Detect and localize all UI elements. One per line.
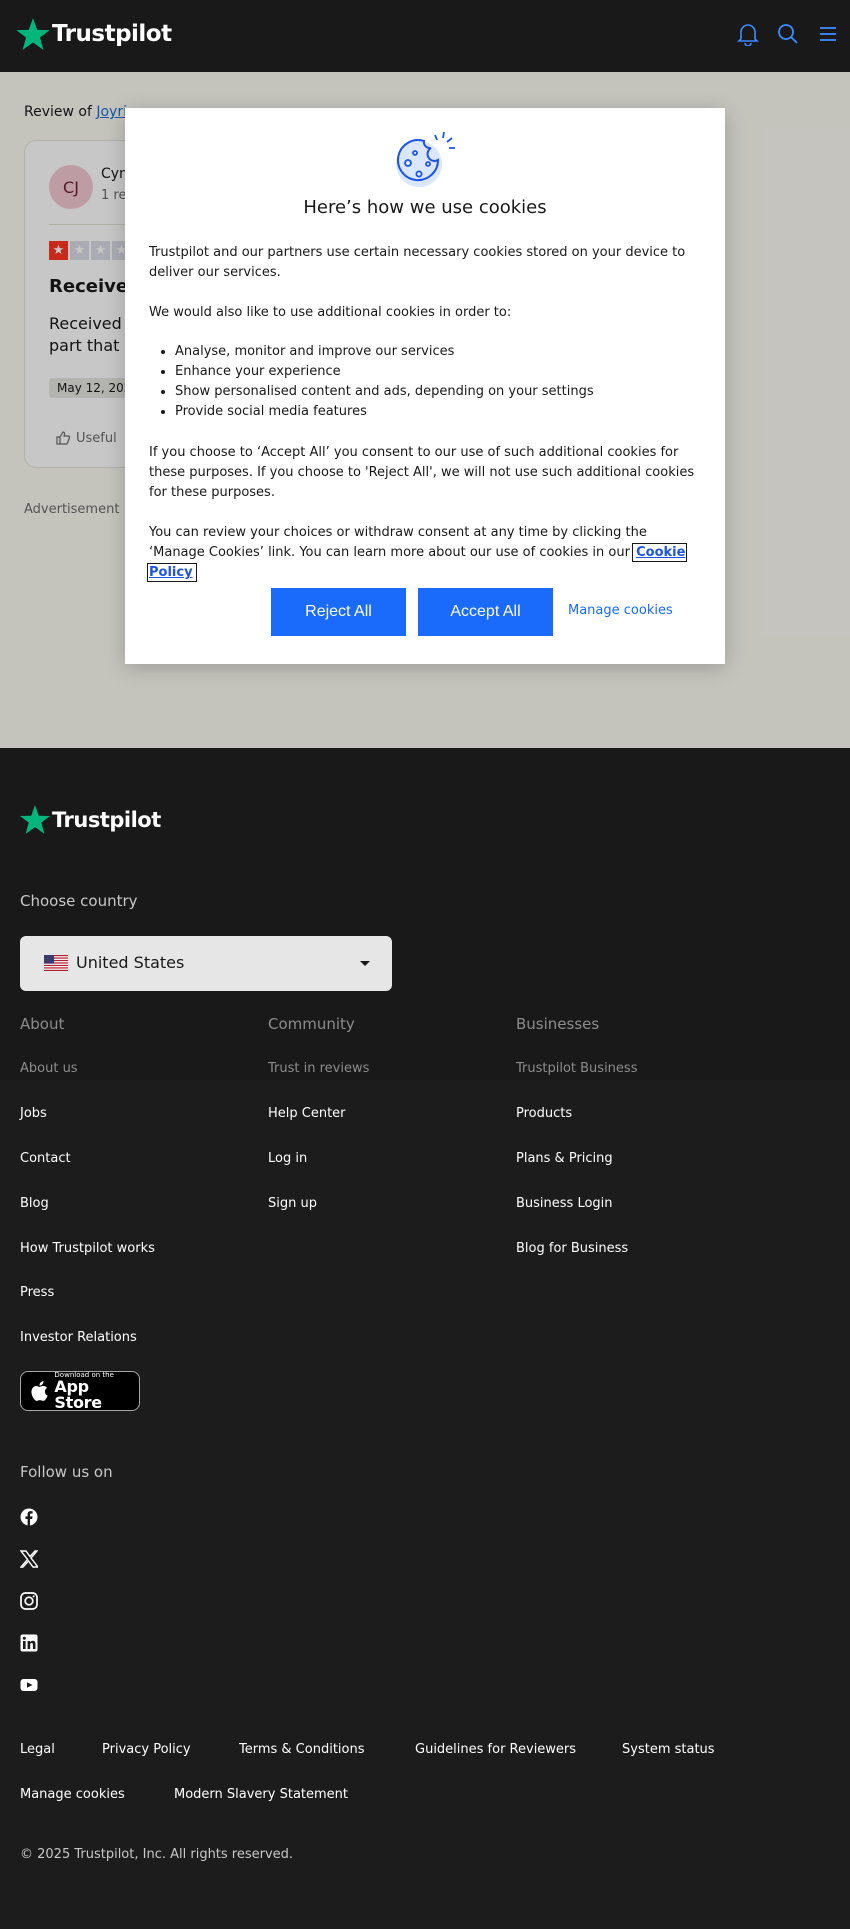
cookie-intro-text: Trustpilot and our partners use certain … <box>149 245 686 280</box>
accept-all-button[interactable]: Accept All <box>418 588 553 636</box>
footer-link-products[interactable]: Products <box>516 1106 572 1121</box>
menu-icon[interactable] <box>814 20 842 48</box>
manage-cookies-link[interactable]: Manage cookies <box>568 603 673 618</box>
selected-country: United States <box>76 953 185 972</box>
app-store-big-text: App Store <box>54 1376 102 1412</box>
app-store-badge[interactable]: Download on the App Store <box>20 1371 140 1411</box>
cookie-purpose-list: Analyse, monitor and improve our service… <box>175 342 594 422</box>
trustpilot-logo[interactable]: Trustpilot <box>16 18 172 50</box>
country-select[interactable]: United States <box>20 936 392 991</box>
footer-trustpilot-logo[interactable]: Trustpilot <box>20 805 161 834</box>
footer-link-terms-conditions[interactable]: Terms & Conditions <box>239 1742 365 1757</box>
footer-link-jobs[interactable]: Jobs <box>20 1106 47 1121</box>
footer-heading-about: About <box>20 1015 65 1033</box>
footer-link-help-center[interactable]: Help Center <box>268 1106 346 1121</box>
cookie-additional-text: We would also like to use additional coo… <box>149 305 512 320</box>
list-item: Show personalised content and ads, depen… <box>175 382 594 402</box>
footer-link-press[interactable]: Press <box>20 1285 54 1300</box>
search-icon[interactable] <box>774 20 802 48</box>
choose-country-label: Choose country <box>20 892 138 910</box>
footer-link-blog[interactable]: Blog <box>20 1196 49 1211</box>
footer-link-trustpilot-business[interactable]: Trustpilot Business <box>516 1061 637 1076</box>
footer-link-investor-relations[interactable]: Investor Relations <box>20 1330 137 1345</box>
apple-icon <box>31 1381 48 1401</box>
star-logo-icon <box>16 18 50 50</box>
footer-link-modern-slavery-statement[interactable]: Modern Slavery Statement <box>174 1787 348 1802</box>
list-item: Provide social media features <box>175 402 594 422</box>
cookie-withdraw-text: You can review your choices or withdraw … <box>146 523 704 583</box>
footer-link-business-login[interactable]: Business Login <box>516 1196 613 1211</box>
footer-link-trust-in-reviews[interactable]: Trust in reviews <box>268 1061 369 1076</box>
star-logo-icon <box>20 805 50 834</box>
cookie-consent-dialog: Here’s how we use cookies Trustpilot and… <box>125 108 725 664</box>
footer-link-guidelines-for-reviewers[interactable]: Guidelines for Reviewers <box>415 1742 576 1757</box>
linkedin-icon[interactable] <box>20 1634 38 1652</box>
follow-us-label: Follow us on <box>20 1463 113 1481</box>
youtube-icon[interactable] <box>20 1676 38 1694</box>
footer-wordmark: Trustpilot <box>52 807 161 832</box>
footer-link-privacy-policy[interactable]: Privacy Policy <box>102 1742 191 1757</box>
site-header: Trustpilot <box>0 0 850 72</box>
footer-link-system-status[interactable]: System status <box>622 1742 715 1757</box>
x-icon[interactable] <box>20 1550 38 1568</box>
footer-link-blog-for-business[interactable]: Blog for Business <box>516 1241 628 1256</box>
footer-link-log-in[interactable]: Log in <box>268 1151 307 1166</box>
chevron-down-icon <box>360 961 370 966</box>
bell-icon[interactable] <box>734 20 762 48</box>
footer-link-sign-up[interactable]: Sign up <box>268 1196 317 1211</box>
us-flag-icon <box>44 955 68 971</box>
footer-heading-businesses: Businesses <box>516 1015 600 1033</box>
cookie-withdraw-sentence: You can review your choices or withdraw … <box>149 525 647 560</box>
cookie-consent-text: If you choose to ‘Accept All’ you consen… <box>149 445 695 500</box>
footer-link-how-trustpilot-works[interactable]: How Trustpilot works <box>20 1241 155 1256</box>
footer-lower-band <box>0 1080 850 1929</box>
footer-link-about-us[interactable]: About us <box>20 1061 78 1076</box>
footer-link-contact[interactable]: Contact <box>20 1151 71 1166</box>
instagram-icon[interactable] <box>20 1592 38 1610</box>
footer-link-manage-cookies[interactable]: Manage cookies <box>20 1787 125 1802</box>
footer-link-legal[interactable]: Legal <box>20 1742 55 1757</box>
list-item: Enhance your experience <box>175 362 594 382</box>
list-item: Analyse, monitor and improve our service… <box>175 342 594 362</box>
cookie-dialog-title: Here’s how we use cookies <box>303 197 547 218</box>
trustpilot-wordmark: Trustpilot <box>52 21 172 47</box>
footer-link-plans-pricing[interactable]: Plans & Pricing <box>516 1151 613 1166</box>
cookie-icon <box>396 131 455 187</box>
reject-all-button[interactable]: Reject All <box>271 588 406 636</box>
facebook-icon[interactable] <box>20 1508 38 1526</box>
footer-heading-community: Community <box>268 1015 355 1033</box>
copyright-text: © 2025 Trustpilot, Inc. All rights reser… <box>20 1847 294 1862</box>
